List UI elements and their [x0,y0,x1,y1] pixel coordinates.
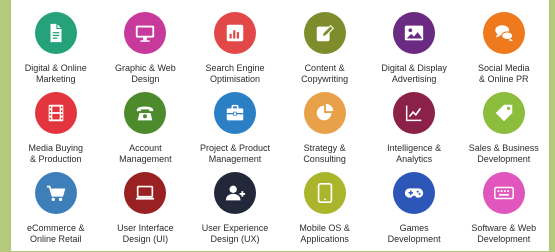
service-item[interactable]: Graphic & WebDesign [101,12,191,92]
service-item[interactable]: GamesDevelopment [369,172,459,252]
service-label-line1: Search Engine [192,63,278,74]
monitor-icon[interactable] [124,12,166,54]
service-item[interactable]: Software & WebDevelopment [459,172,549,252]
bar-chart-icon[interactable] [214,12,256,54]
service-label-line2: Analytics [371,154,457,165]
service-item[interactable]: Digital & DisplayAdvertising [369,12,459,92]
services-grid: Digital & OnlineMarketingGraphic & WebDe… [11,12,549,252]
service-label-line1: User Experience [192,223,278,234]
service-label-line1: Content & [282,63,368,74]
service-label: Sales & BusinessDevelopment [461,143,547,165]
service-label: Digital & OnlineMarketing [13,63,99,85]
service-label-line2: Consulting [282,154,368,165]
service-label: Software & WebDevelopment [461,223,547,245]
service-label: eCommerce &Online Retail [13,223,99,245]
service-label: Mobile OS &Applications [282,223,368,245]
telephone-icon[interactable] [124,92,166,134]
service-label: Search EngineOptimisation [192,63,278,85]
service-item[interactable]: Sales & BusinessDevelopment [459,92,549,172]
service-label: User ExperienceDesign (UX) [192,223,278,245]
film-icon[interactable] [35,92,77,134]
service-label: Media Buying& Production [13,143,99,165]
service-item[interactable]: Mobile OS &Applications [280,172,370,252]
service-label-line2: & Online PR [461,74,547,85]
service-item[interactable]: Content &Copywriting [280,12,370,92]
service-label: Intelligence &Analytics [371,143,457,165]
service-label-line1: Social Media [461,63,547,74]
service-label-line2: Management [102,154,188,165]
tag-icon[interactable] [483,92,525,134]
service-label-line2: Management [192,154,278,165]
service-label-line1: Sales & Business [461,143,547,154]
service-label: GamesDevelopment [371,223,457,245]
service-label-line1: Strategy & [282,143,368,154]
service-label: Graphic & WebDesign [102,63,188,85]
service-label-line1: Digital & Display [371,63,457,74]
services-panel: Digital & OnlineMarketingGraphic & WebDe… [11,0,549,251]
service-label-line2: Development [461,234,547,245]
service-item[interactable]: User InterfaceDesign (UI) [101,172,191,252]
laptop-icon[interactable] [124,172,166,214]
service-label: User InterfaceDesign (UI) [102,223,188,245]
service-item[interactable]: AccountManagement [101,92,191,172]
service-label-line2: Copywriting [282,74,368,85]
service-label-line1: Graphic & Web [102,63,188,74]
service-label-line1: Mobile OS & [282,223,368,234]
document-icon[interactable] [35,12,77,54]
service-item[interactable]: Social Media& Online PR [459,12,549,92]
service-label-line1: Games [371,223,457,234]
service-label: Project & ProductManagement [192,143,278,165]
briefcase-icon[interactable] [214,92,256,134]
service-label: Social Media& Online PR [461,63,547,85]
gamepad-icon[interactable] [393,172,435,214]
service-label-line2: Online Retail [13,234,99,245]
service-label-line1: Account [102,143,188,154]
service-label-line2: Development [461,154,547,165]
service-label: Digital & DisplayAdvertising [371,63,457,85]
service-label-line2: Advertising [371,74,457,85]
service-item[interactable]: Media Buying& Production [11,92,101,172]
service-label: AccountManagement [102,143,188,165]
service-label-line2: Development [371,234,457,245]
service-item[interactable]: User ExperienceDesign (UX) [190,172,280,252]
service-label-line1: Intelligence & [371,143,457,154]
service-label-line2: & Production [13,154,99,165]
service-label-line1: Project & Product [192,143,278,154]
service-item[interactable]: Digital & OnlineMarketing [11,12,101,92]
service-label-line2: Design (UI) [102,234,188,245]
pencil-edit-icon[interactable] [304,12,346,54]
line-chart-icon[interactable] [393,92,435,134]
service-item[interactable]: Intelligence &Analytics [369,92,459,172]
service-label: Strategy &Consulting [282,143,368,165]
keyboard-icon[interactable] [483,172,525,214]
service-label-line2: Applications [282,234,368,245]
service-label-line2: Design (UX) [192,234,278,245]
service-item[interactable]: eCommerce &Online Retail [11,172,101,252]
service-label-line2: Marketing [13,74,99,85]
add-user-icon[interactable] [214,172,256,214]
image-icon[interactable] [393,12,435,54]
service-label-line1: Software & Web [461,223,547,234]
service-item[interactable]: Project & ProductManagement [190,92,280,172]
service-label-line1: Media Buying [13,143,99,154]
service-label-line1: Digital & Online [13,63,99,74]
tablet-icon[interactable] [304,172,346,214]
service-label-line2: Design [102,74,188,85]
pie-chart-icon[interactable] [304,92,346,134]
shopping-cart-icon[interactable] [35,172,77,214]
service-label-line1: User Interface [102,223,188,234]
service-label: Content &Copywriting [282,63,368,85]
chat-bubbles-icon[interactable] [483,12,525,54]
service-item[interactable]: Search EngineOptimisation [190,12,280,92]
service-label-line2: Optimisation [192,74,278,85]
service-item[interactable]: Strategy &Consulting [280,92,370,172]
service-label-line1: eCommerce & [13,223,99,234]
